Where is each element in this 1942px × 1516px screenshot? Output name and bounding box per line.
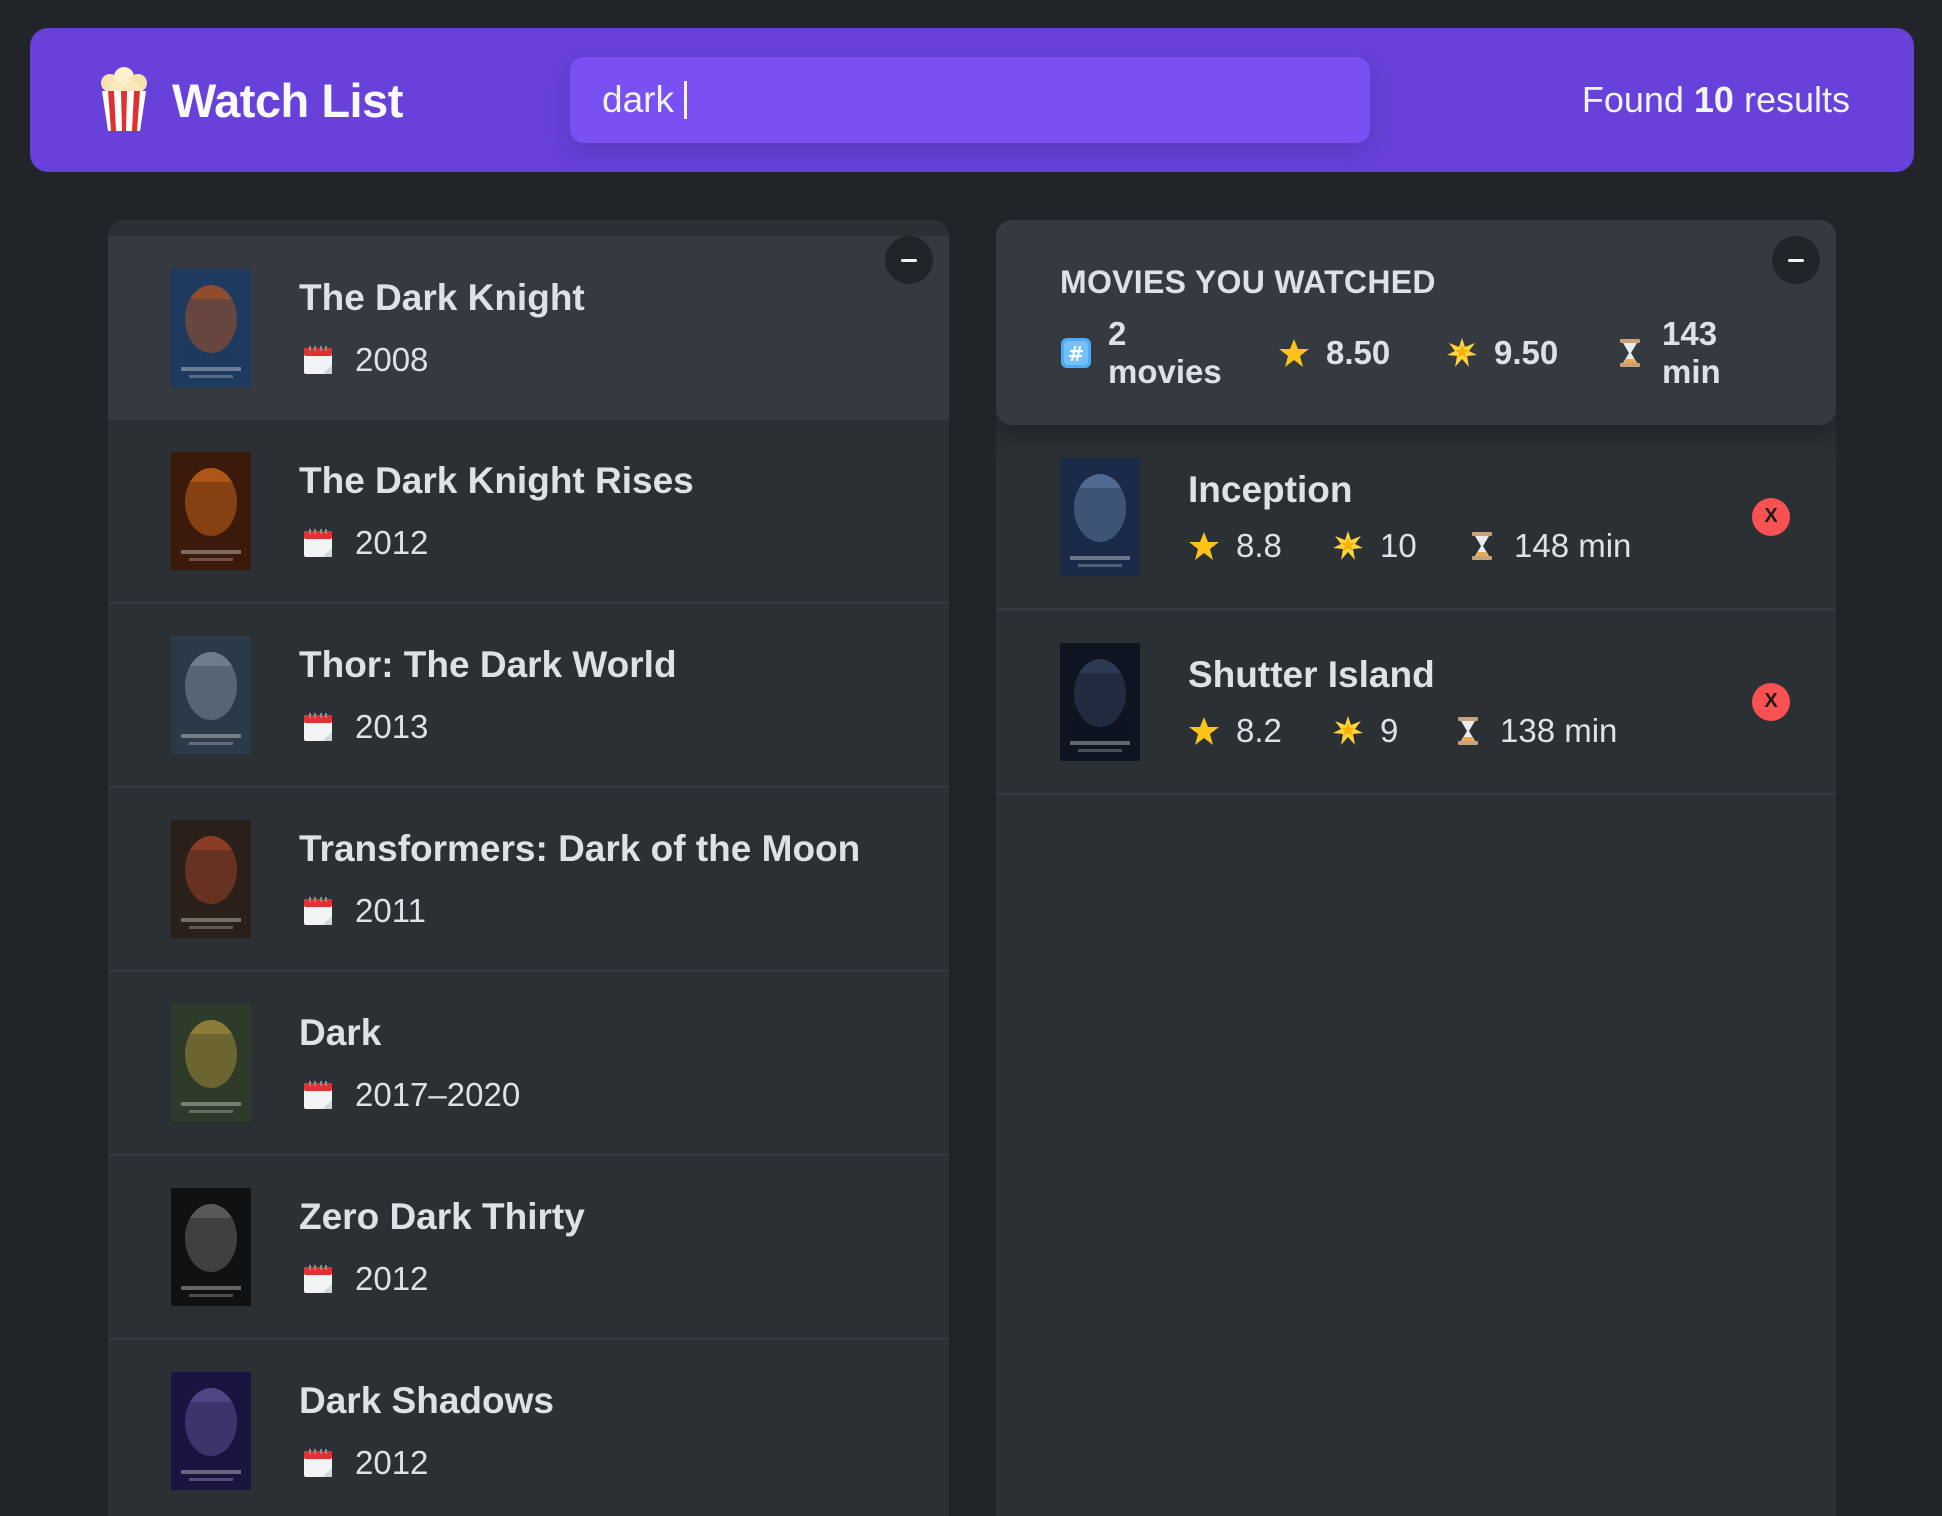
glowing-star-icon [1447, 338, 1477, 367]
text-caret [683, 81, 687, 119]
user-rating: 9 [1380, 711, 1399, 749]
movie-list-item[interactable]: Dark Shadows 2012 [108, 1340, 949, 1516]
calendar-icon [304, 1081, 332, 1109]
calendar-icon [304, 1449, 332, 1477]
search-input[interactable]: dark [570, 57, 1370, 143]
minus-icon [901, 258, 917, 262]
movie-title: Zero Dark Thirty [299, 1196, 585, 1237]
imdb-rating: 8.2 [1236, 711, 1282, 749]
search-input-value: dark [602, 79, 674, 120]
delete-watched-button[interactable]: X [1752, 497, 1790, 536]
movie-title: The Dark Knight [299, 277, 585, 318]
movie-poster [171, 820, 251, 938]
movie-title: Thor: The Dark World [299, 644, 677, 685]
movie-poster [171, 1004, 251, 1122]
popcorn-icon [101, 67, 147, 131]
movie-poster [171, 1372, 251, 1490]
movie-title: Transformers: Dark of the Moon [299, 828, 861, 869]
hourglass-icon [1458, 716, 1478, 745]
movie-list-item[interactable]: Thor: The Dark World 2013 [108, 604, 949, 788]
hash-icon: # [1061, 338, 1091, 368]
movie-poster [171, 269, 251, 387]
movie-poster [171, 452, 251, 570]
stat-avg-imdb: 8.50 [1278, 334, 1446, 372]
movie-title: The Dark Knight Rises [299, 460, 694, 501]
user-rating: 10 [1380, 526, 1417, 564]
glowing-star-icon [1333, 715, 1363, 745]
movie-list-item[interactable]: Zero Dark Thirty 2012 [108, 1156, 949, 1340]
star-icon [1189, 716, 1219, 745]
app-title: Watch List [172, 73, 403, 127]
results-number: 10 [1693, 79, 1734, 120]
search-results-panel: The Dark Knight 2008 The Dark Knight Rises… [108, 220, 949, 1516]
movie-list-item[interactable]: Dark 2017–2020 [108, 972, 949, 1156]
watched-list: Inception 8.8 10 148 min X Shutter Island 8.2 9… [996, 425, 1836, 795]
watched-movie-title: Inception [1188, 468, 1353, 510]
watched-movie-item: Shutter Island 8.2 9 138 min X [996, 610, 1836, 795]
movie-poster [1060, 642, 1140, 761]
navbar: Watch List dark Found 10 results [30, 28, 1914, 172]
movie-poster [171, 1188, 251, 1306]
glowing-star-icon [1333, 530, 1363, 560]
hourglass-icon [1620, 339, 1640, 367]
movie-list-item[interactable]: The Dark Knight 2008 [108, 236, 949, 420]
movie-list-item[interactable]: Transformers: Dark of the Moon 2011 [108, 788, 949, 972]
calendar-icon [304, 529, 332, 557]
stat-movies-count: # 2 movies [1060, 315, 1278, 391]
runtime: 138 min [1500, 711, 1618, 749]
logo: Watch List [98, 67, 570, 133]
summary-heading: MOVIES YOU WATCHED [1060, 264, 1436, 300]
collapse-results-button[interactable] [885, 236, 933, 284]
movie-year: 2012 [299, 1260, 585, 1298]
results-count: Found 10 results [1581, 79, 1850, 120]
movie-title: Dark [299, 1012, 382, 1053]
watched-summary: MOVIES YOU WATCHED # 2 movies 8.50 9.50 … [996, 220, 1836, 425]
movie-list: The Dark Knight 2008 The Dark Knight Rises… [108, 236, 949, 1516]
movie-year: 2017–2020 [299, 1076, 520, 1114]
calendar-icon [304, 1265, 332, 1293]
runtime: 148 min [1514, 526, 1632, 564]
stat-avg-user-rating: 9.50 [1446, 334, 1614, 372]
star-icon [1189, 531, 1219, 560]
movie-year: 2012 [299, 1444, 554, 1482]
movie-poster [171, 636, 251, 754]
movie-year: 2013 [299, 708, 677, 746]
movie-title: Dark Shadows [299, 1380, 554, 1421]
stat-avg-runtime: 143 min [1614, 315, 1721, 391]
watched-panel: MOVIES YOU WATCHED # 2 movies 8.50 9.50 … [996, 220, 1836, 1516]
minus-icon [1788, 258, 1804, 262]
imdb-rating: 8.8 [1236, 526, 1282, 564]
hourglass-icon [1472, 531, 1492, 560]
svg-text:#: # [1068, 342, 1085, 366]
movie-year: 2011 [299, 892, 860, 930]
star-icon [1279, 339, 1309, 367]
calendar-icon [304, 897, 332, 925]
movie-poster [1060, 457, 1140, 576]
calendar-icon [304, 713, 332, 741]
movie-list-item[interactable]: The Dark Knight Rises 2012 [108, 420, 949, 604]
delete-watched-button[interactable]: X [1752, 682, 1790, 721]
movie-year: 2008 [299, 341, 585, 379]
calendar-icon [304, 346, 332, 374]
collapse-watched-button[interactable] [1772, 236, 1820, 284]
watched-movie-title: Shutter Island [1188, 653, 1435, 695]
movie-year: 2012 [299, 524, 694, 562]
watched-movie-item: Inception 8.8 10 148 min X [996, 425, 1836, 610]
